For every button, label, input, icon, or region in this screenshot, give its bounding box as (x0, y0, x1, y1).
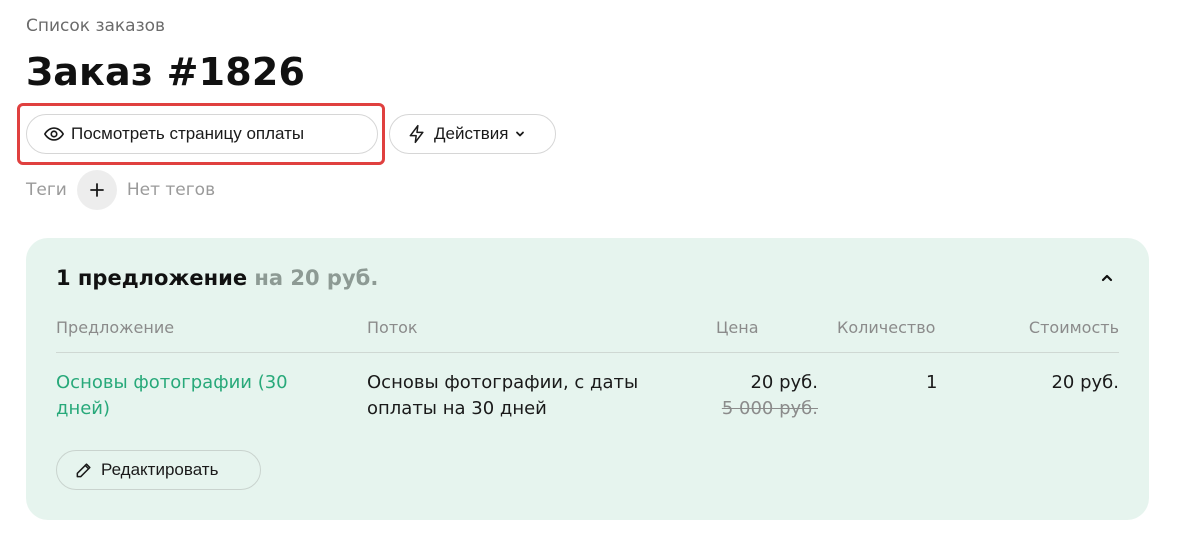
breadcrumb-orders-list[interactable]: Список заказов (26, 16, 165, 36)
quantity-cell: 1 (926, 372, 938, 393)
lightning-icon (406, 123, 428, 145)
table-divider (56, 352, 1119, 353)
chevron-down-icon (514, 128, 526, 140)
edit-offers-button[interactable]: Редактировать (56, 450, 261, 490)
view-payment-page-button[interactable]: Посмотреть страницу оплаты (26, 114, 378, 154)
column-header-cost: Стоимость (1028, 318, 1119, 337)
column-header-price: Цена (716, 318, 759, 337)
view-payment-page-label: Посмотреть страницу оплаты (71, 124, 305, 143)
offers-count: 1 предложение (56, 266, 248, 290)
actions-label: Действия (434, 124, 509, 143)
pencil-icon (73, 459, 95, 481)
cost-cell: 20 руб. (1051, 372, 1119, 393)
column-header-stream: Поток (367, 318, 418, 337)
offers-card: 1 предложение на 20 руб. Предложение Пот… (26, 238, 1149, 520)
column-header-quantity: Количество (837, 318, 936, 337)
add-tag-button[interactable] (76, 170, 117, 210)
tags-label: Теги (26, 180, 67, 200)
offer-link[interactable]: Основы фотографии (30 дней) (56, 370, 326, 422)
column-header-offer: Предложение (56, 318, 175, 337)
price-cell: 20 руб. 5 000 руб. (722, 370, 818, 422)
eye-icon (43, 123, 65, 145)
current-price: 20 руб. (750, 372, 818, 393)
collapse-toggle[interactable] (1095, 266, 1119, 290)
edit-label: Редактировать (101, 460, 219, 479)
stream-name: Основы фотографии, с даты оплаты на 30 д… (367, 372, 639, 419)
page-title: Заказ #1826 (26, 50, 306, 94)
order-page: Список заказов Заказ #1826 Посмотреть ст… (0, 0, 1200, 534)
old-price: 5 000 руб. (721, 398, 818, 419)
plus-icon (89, 183, 104, 197)
actions-dropdown-button[interactable]: Действия (389, 114, 556, 154)
tags-row: Теги Нет тегов (26, 170, 215, 210)
tags-empty-text: Нет тегов (126, 180, 216, 200)
chevron-up-icon (1101, 274, 1113, 282)
offers-summary: 1 предложение на 20 руб. (56, 266, 378, 290)
offers-total: на 20 руб. (254, 266, 379, 290)
